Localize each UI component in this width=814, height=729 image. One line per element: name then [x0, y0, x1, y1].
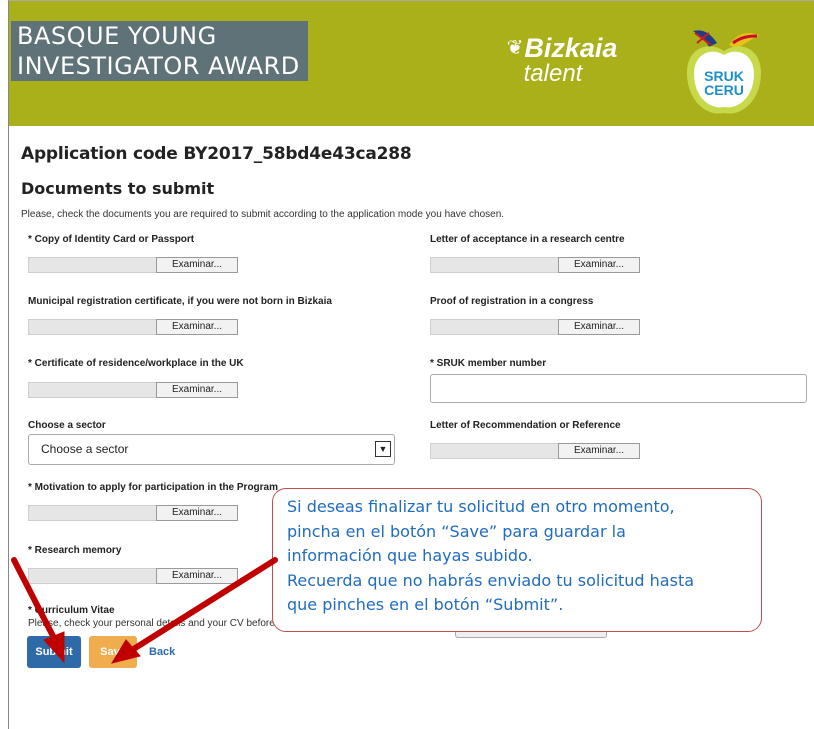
acceptance-file-input[interactable]: Examinar... — [430, 257, 640, 273]
sruk-apple-logo: SRUK CERU — [687, 30, 761, 114]
residence-browse-button[interactable]: Examinar... — [156, 382, 238, 398]
congress-file-input[interactable]: Examinar... — [430, 319, 640, 335]
motivation-label: * Motivation to apply for participation … — [28, 482, 279, 493]
file-path-display — [28, 319, 158, 335]
file-path-display — [28, 382, 158, 398]
callout-line: pincha en el botón “Save” para guardar l… — [287, 521, 626, 541]
award-title-line-1: BASQUE YOUNG — [17, 22, 217, 50]
file-path-display — [430, 257, 560, 273]
motivation-browse-button[interactable]: Examinar... — [156, 505, 238, 521]
sector-select-value: Choose a sector — [41, 442, 129, 456]
recommendation-file-input[interactable]: Examinar... — [430, 443, 640, 459]
acceptance-browse-button[interactable]: Examinar... — [558, 257, 640, 273]
save-button[interactable]: Save — [89, 636, 137, 668]
documents-section-title: Documents to submit — [21, 179, 215, 198]
sector-label: Choose a sector — [28, 420, 106, 431]
save-instructions-callout: Si deseas finalizar tu solicitud en otro… — [272, 488, 762, 632]
research-memory-label: * Research memory — [28, 545, 122, 556]
ceru-logo-text: CERU — [704, 82, 744, 98]
file-path-display — [28, 505, 158, 521]
residence-file-input[interactable]: Examinar... — [28, 382, 238, 398]
leaf-icon: ❦ — [506, 37, 524, 59]
callout-line: Recuerda que no habrás enviado tu solici… — [287, 570, 695, 590]
congress-label: Proof of registration in a congress — [430, 296, 594, 307]
bizkaia-logo-word: Bizkaia — [524, 33, 618, 63]
file-path-display — [430, 319, 560, 335]
motivation-file-input[interactable]: Examinar... — [28, 505, 238, 521]
talent-logo-word: talent — [523, 60, 583, 87]
callout-line: información que hayas subido. — [287, 546, 533, 565]
municipal-file-input[interactable]: Examinar... — [28, 319, 238, 335]
callout-line: Si deseas finalizar tu solicitud en otro… — [287, 497, 675, 516]
identity-label: * Copy of Identity Card or Passport — [28, 234, 195, 245]
identity-browse-button[interactable]: Examinar... — [156, 257, 238, 273]
submit-button[interactable]: Submit — [27, 636, 81, 668]
file-path-display — [28, 568, 158, 584]
instructions-text: Please, check the documents you are requ… — [21, 209, 505, 220]
chevron-down-icon[interactable]: ▼ — [375, 441, 391, 457]
application-code-heading: Application code BY2017_58bd4e43ca288 — [21, 144, 412, 164]
congress-browse-button[interactable]: Examinar... — [558, 319, 640, 335]
bizkaia-talent-logo: ❦Bizkaia talent — [502, 33, 622, 86]
municipal-label: Municipal registration certificate, if y… — [28, 296, 332, 307]
recommendation-label: Letter of Recommendation or Reference — [430, 420, 621, 431]
award-title-line-2: INVESTIGATOR AWARD — [17, 52, 300, 80]
header-banner: BASQUE YOUNG INVESTIGATOR AWARD ❦Bizkaia… — [9, 1, 814, 126]
research-memory-file-input[interactable]: Examinar... — [28, 568, 238, 584]
sruk-number-input[interactable] — [430, 374, 807, 403]
identity-file-input[interactable]: Examinar... — [28, 257, 238, 273]
municipal-browse-button[interactable]: Examinar... — [156, 319, 238, 335]
sruk-number-label: * SRUK member number — [430, 358, 547, 369]
acceptance-label: Letter of acceptance in a research centr… — [430, 234, 625, 245]
back-link[interactable]: Back — [149, 636, 175, 668]
uk-flag-leaf-icon — [693, 30, 717, 47]
residence-label: * Certificate of residence/workplace in … — [28, 358, 244, 369]
sector-select[interactable]: Choose a sector ▼ — [28, 434, 395, 465]
cv-label: * Curriculum Vitae — [28, 605, 115, 616]
callout-line: que pinches en el botón “Submit”. — [287, 595, 564, 614]
research-memory-browse-button[interactable]: Examinar... — [156, 568, 238, 584]
recommendation-browse-button[interactable]: Examinar... — [558, 443, 640, 459]
file-path-display — [430, 443, 560, 459]
file-path-display — [28, 257, 158, 273]
award-title: BASQUE YOUNG INVESTIGATOR AWARD — [11, 21, 308, 81]
